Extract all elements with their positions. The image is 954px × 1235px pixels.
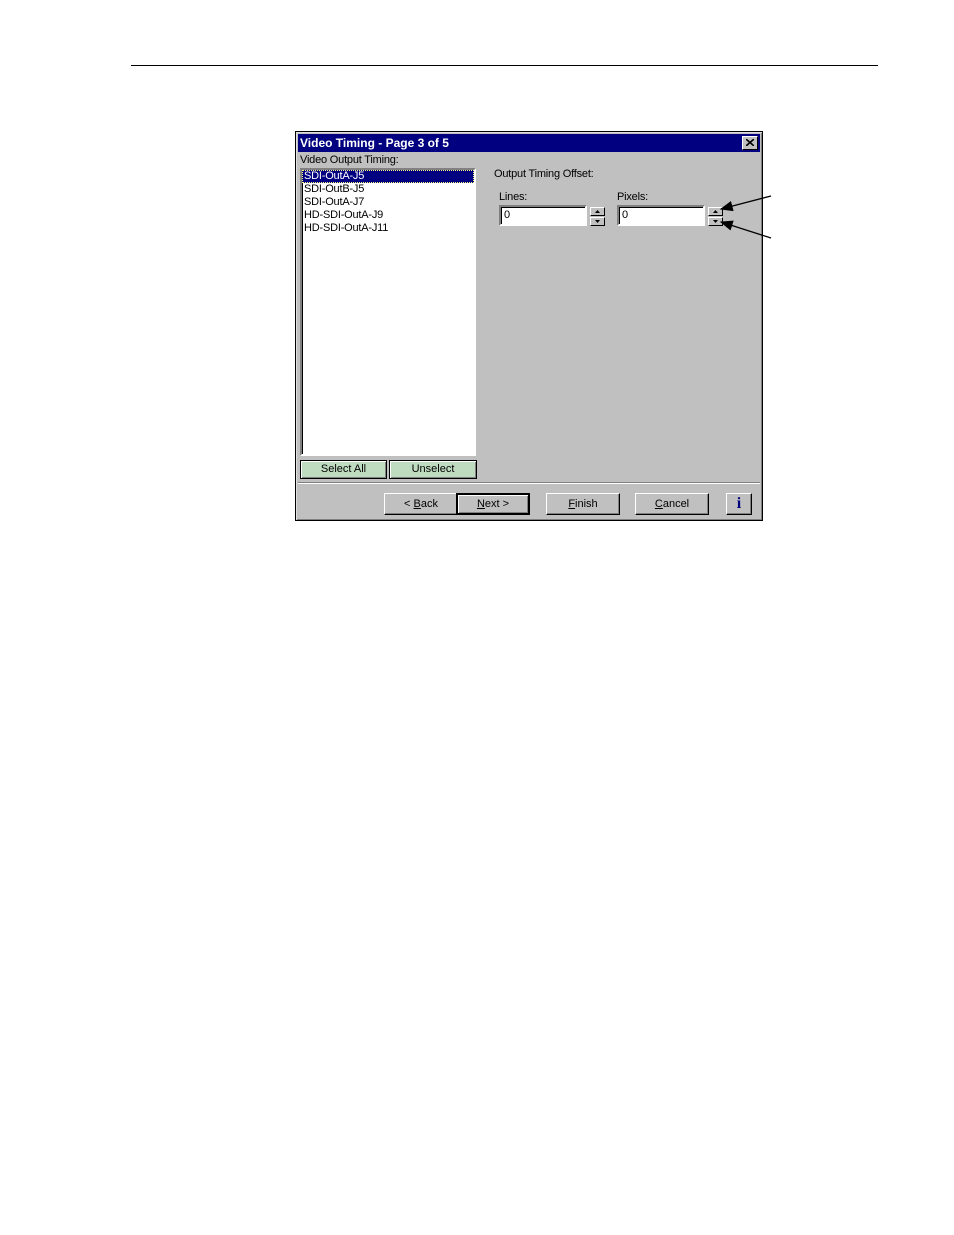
next-mnemonic: N [476,498,485,510]
next-label: ext > [484,498,510,510]
info-button[interactable]: i [726,493,752,515]
finish-label: inish [575,498,598,510]
back-mnemonic: B [413,498,421,510]
finish-button[interactable]: Finish [546,493,620,515]
info-icon: i [736,495,742,512]
next-button[interactable]: Next > [456,493,530,515]
select-all-button[interactable]: Select All [300,460,387,479]
callout-arrow-up [719,195,772,212]
callout-arrows [719,195,772,239]
callout-arrow-down [719,220,772,239]
unselect-button[interactable]: Unselect [389,460,477,479]
cancel-label: ancel [662,498,690,510]
footer-separator [298,482,760,484]
cancel-button[interactable]: Cancel [635,493,709,515]
cancel-mnemonic: C [654,498,663,510]
back-button[interactable]: < Back [384,493,458,515]
back-label: ack [420,498,438,510]
